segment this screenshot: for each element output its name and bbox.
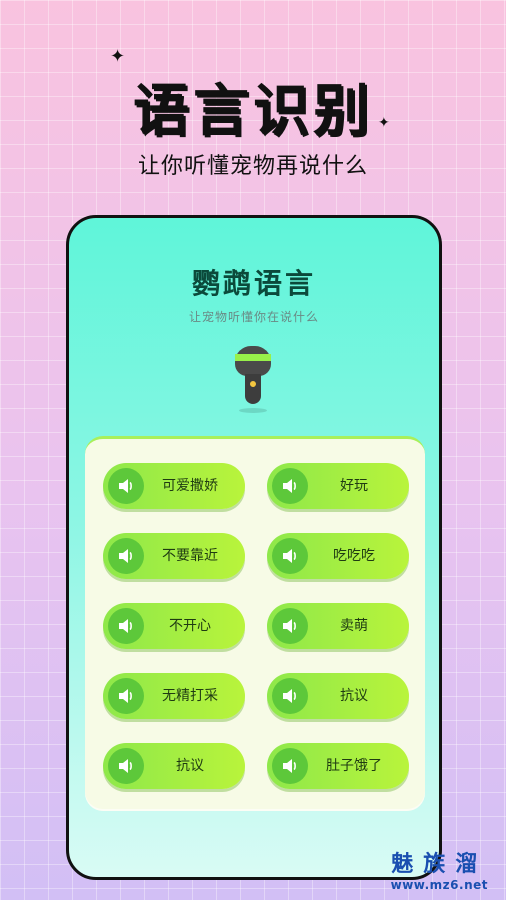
phrase-label: 好玩 [340,478,368,494]
phrase-button[interactable]: 无精打采 [103,673,245,719]
watermark-url: www.mz6.net [390,878,488,892]
phrase-button[interactable]: 可爱撒娇 [103,463,245,509]
phrase-button[interactable]: 不要靠近 [103,533,245,579]
phone-frame: 鹦鹉语言 让宠物听懂你在说什么 可爱撒娇 好玩 不要靠近 吃吃吃 不开心 卖萌 … [66,215,442,880]
speaker-icon [108,608,144,644]
speaker-icon [272,748,308,784]
phrase-label: 不要靠近 [162,548,218,564]
hero-subtitle: 让你听懂宠物再说什么 [137,154,368,179]
phrase-label: 不开心 [169,618,211,634]
phrase-label: 抗议 [340,688,368,704]
hero-title: 语言识别 [133,79,373,144]
microphone-icon[interactable] [235,346,271,413]
phrase-button[interactable]: 好玩 [267,463,409,509]
phrase-button[interactable]: 抗议 [103,743,245,789]
phrase-label: 肚子饿了 [326,758,382,774]
phrase-button[interactable]: 抗议 [267,673,409,719]
speaker-icon [108,678,144,714]
speaker-icon [108,468,144,504]
phrase-label: 吃吃吃 [333,548,375,564]
phrase-label: 可爱撒娇 [162,478,218,494]
speaker-icon [272,678,308,714]
watermark-text: 魅族溜 [391,852,488,877]
speaker-icon [272,538,308,574]
speaker-icon [272,608,308,644]
phrase-button[interactable]: 吃吃吃 [267,533,409,579]
phrase-panel: 可爱撒娇 好玩 不要靠近 吃吃吃 不开心 卖萌 无精打采 抗议 抗议 肚子饿了 [85,436,425,811]
phrase-label: 卖萌 [340,618,368,634]
speaker-icon [108,748,144,784]
phrase-label: 无精打采 [162,688,218,704]
speaker-icon [272,468,308,504]
watermark-logo: 魅族溜 www.mz6.net [391,846,488,892]
speaker-icon [108,538,144,574]
phrase-button[interactable]: 不开心 [103,603,245,649]
phrase-label: 抗议 [176,758,204,774]
phrase-button[interactable]: 卖萌 [267,603,409,649]
phrase-button[interactable]: 肚子饿了 [267,743,409,789]
app-subtitle: 让宠物听懂你在说什么 [188,310,319,324]
app-title: 鹦鹉语言 [191,267,316,300]
sparkle-icon: ✦ [110,46,126,67]
